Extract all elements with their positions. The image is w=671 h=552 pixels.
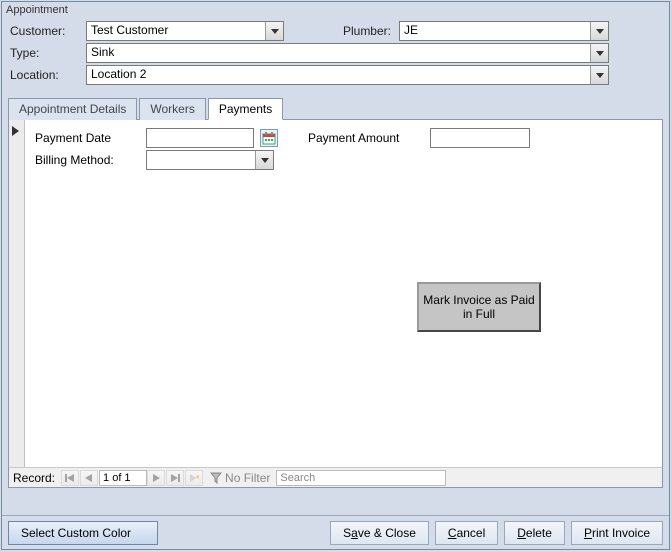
payments-panel: Payment Date Payment Amount Billing Meth… bbox=[8, 120, 663, 488]
dropdown-button[interactable] bbox=[590, 44, 608, 62]
nav-first-button[interactable] bbox=[61, 470, 79, 486]
appointment-window: Appointment Customer: Test Customer Plum… bbox=[1, 1, 670, 550]
customer-value: Test Customer bbox=[87, 22, 265, 40]
location-label: Location: bbox=[8, 68, 86, 82]
nav-next-button[interactable] bbox=[147, 470, 165, 486]
type-label: Type: bbox=[8, 46, 86, 60]
type-combo[interactable]: Sink bbox=[86, 43, 609, 63]
location-value: Location 2 bbox=[87, 66, 590, 84]
tab-bar: Appointment Details Workers Payments bbox=[8, 97, 663, 120]
chevron-down-icon bbox=[261, 158, 269, 163]
funnel-icon bbox=[210, 472, 222, 484]
recordnav-label: Record: bbox=[13, 471, 55, 485]
dropdown-button[interactable] bbox=[590, 22, 608, 40]
tab-workers[interactable]: Workers bbox=[139, 98, 205, 120]
tab-payments[interactable]: Payments bbox=[208, 98, 283, 120]
payment-amount-label: Payment Amount bbox=[308, 131, 424, 145]
cancel-button[interactable]: Cancel bbox=[435, 521, 498, 545]
billing-method-combo[interactable] bbox=[146, 150, 274, 170]
chevron-down-icon bbox=[271, 29, 279, 34]
nav-last-button[interactable] bbox=[166, 470, 184, 486]
record-navigation: Record: 1 of 1 No Filter Search bbox=[9, 467, 662, 487]
record-selector-bar[interactable] bbox=[9, 120, 25, 472]
payments-body: Payment Date Payment Amount Billing Meth… bbox=[25, 120, 662, 178]
plumber-combo[interactable]: JE bbox=[399, 21, 609, 41]
delete-button[interactable]: Delete bbox=[504, 521, 565, 545]
search-box[interactable]: Search bbox=[276, 470, 446, 486]
filter-indicator[interactable]: No Filter bbox=[210, 471, 270, 485]
bottom-bar: Select Custom Color Save & Close Cancel … bbox=[2, 515, 669, 549]
payment-date-label: Payment Date bbox=[35, 131, 140, 145]
location-combo[interactable]: Location 2 bbox=[86, 65, 609, 85]
filter-label: No Filter bbox=[225, 471, 270, 485]
plumber-value: JE bbox=[400, 22, 590, 40]
mark-paid-in-full-button[interactable]: Mark Invoice as Paid in Full bbox=[417, 282, 541, 332]
save-close-button[interactable]: Save & Close bbox=[330, 521, 429, 545]
dropdown-button[interactable] bbox=[590, 66, 608, 84]
billing-method-value bbox=[147, 151, 255, 169]
nav-prev-button[interactable] bbox=[80, 470, 98, 486]
customer-label: Customer: bbox=[8, 24, 86, 38]
chevron-down-icon bbox=[596, 73, 604, 78]
select-custom-color-label: Select Custom Color bbox=[21, 526, 131, 540]
customer-combo[interactable]: Test Customer bbox=[86, 21, 284, 41]
dropdown-button[interactable] bbox=[255, 151, 273, 169]
payment-date-field[interactable] bbox=[146, 128, 254, 148]
chevron-down-icon bbox=[596, 51, 604, 56]
select-custom-color-button[interactable]: Select Custom Color bbox=[8, 521, 158, 545]
type-value: Sink bbox=[87, 44, 590, 62]
tab-appointment-details[interactable]: Appointment Details bbox=[8, 98, 137, 120]
calendar-icon[interactable] bbox=[260, 129, 278, 147]
current-record-icon bbox=[12, 126, 19, 136]
form-header: Customer: Test Customer Plumber: JE Type… bbox=[2, 17, 669, 89]
payment-amount-field[interactable] bbox=[430, 128, 530, 148]
billing-method-label: Billing Method: bbox=[35, 153, 140, 167]
chevron-down-icon bbox=[596, 29, 604, 34]
nav-new-button[interactable] bbox=[185, 470, 203, 486]
dropdown-button[interactable] bbox=[265, 22, 283, 40]
print-invoice-button[interactable]: Print Invoice bbox=[571, 521, 663, 545]
plumber-label: Plumber: bbox=[314, 24, 399, 38]
window-title: Appointment bbox=[2, 2, 669, 17]
record-position[interactable]: 1 of 1 bbox=[99, 470, 147, 486]
mark-paid-label: Mark Invoice as Paid in Full bbox=[423, 293, 535, 321]
